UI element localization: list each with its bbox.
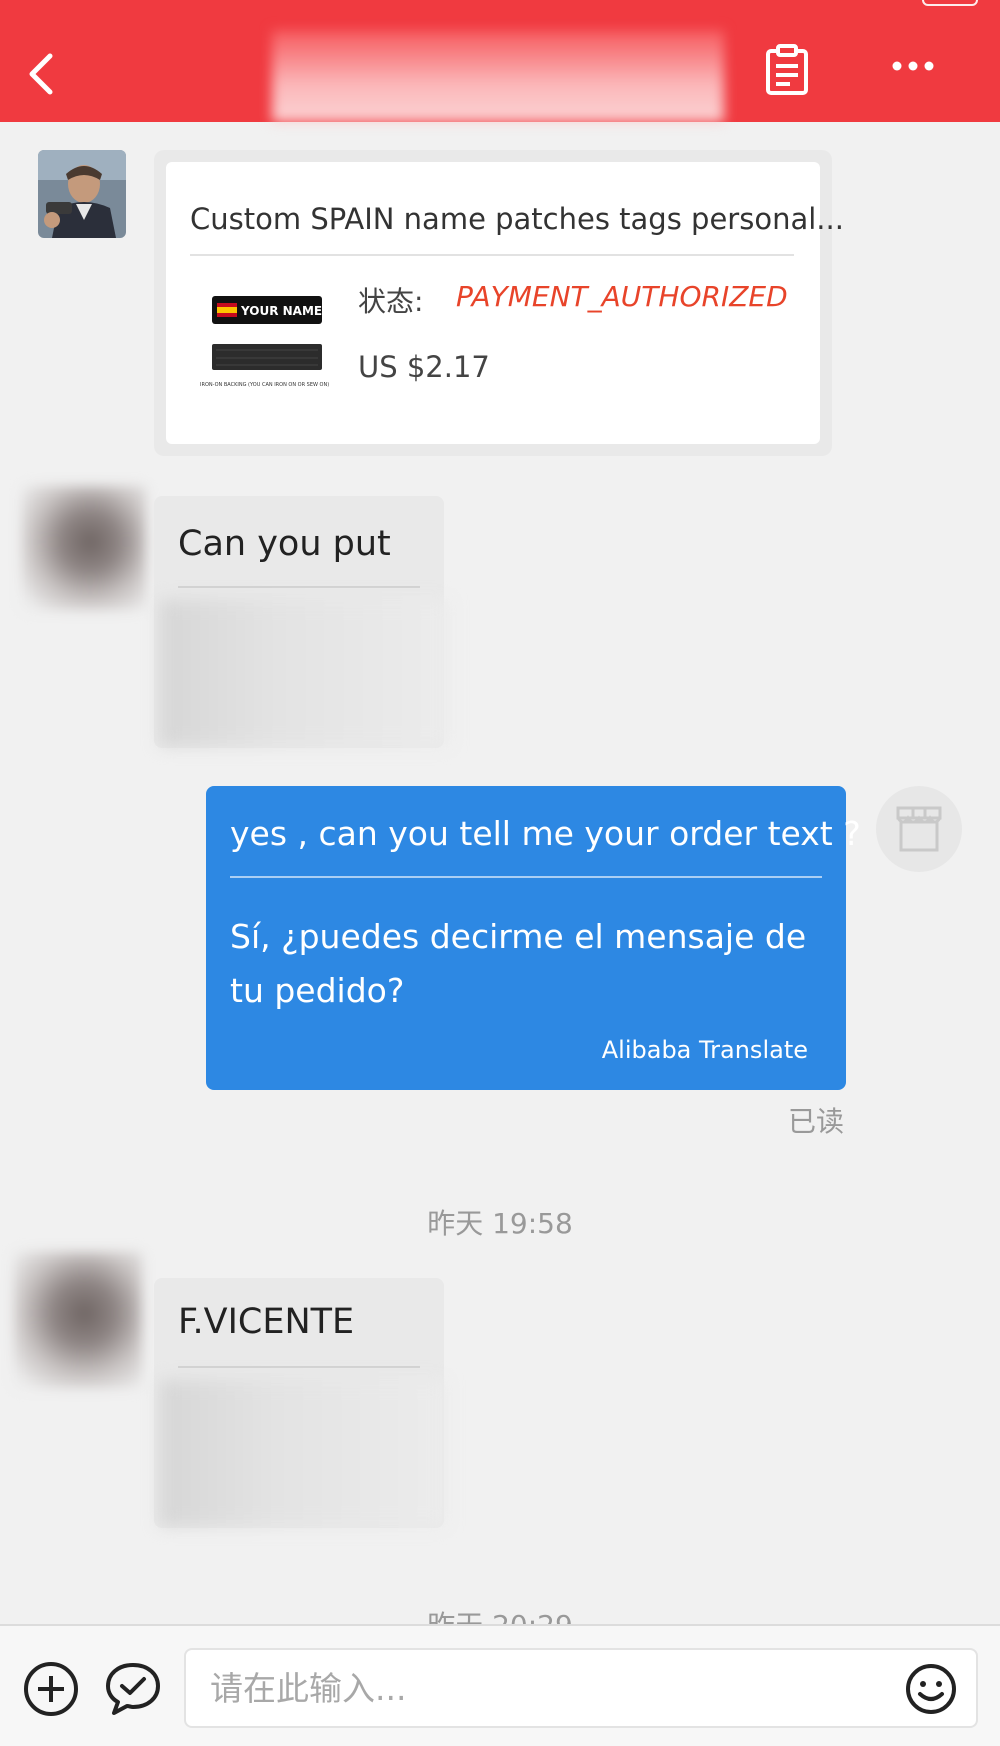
- battery-icon: [922, 0, 978, 6]
- order-card[interactable]: Custom SPAIN name patches tags personal.…: [154, 150, 844, 456]
- avatar[interactable]: [14, 1252, 142, 1388]
- plus-circle-icon: [24, 1662, 78, 1716]
- order-card-body: Custom SPAIN name patches tags personal.…: [166, 162, 844, 444]
- back-button[interactable]: [22, 44, 62, 104]
- clipboard-list-icon: [766, 44, 808, 95]
- avatar[interactable]: [38, 150, 126, 238]
- divider: [190, 254, 794, 256]
- more-dots-icon: [892, 61, 934, 71]
- divider: [230, 876, 822, 878]
- divider: [178, 586, 420, 588]
- chat-screen: Custom SPAIN name patches tags personal.…: [0, 0, 1000, 1746]
- patch-image: YOUR NAME IRON-ON BACKING (YOU CAN IRON …: [200, 296, 329, 388]
- chat-check-icon: [106, 1663, 160, 1715]
- status-bar: [0, 0, 1000, 8]
- avatar[interactable]: [22, 486, 146, 610]
- avatar-store[interactable]: [876, 786, 962, 872]
- quick-reply-button[interactable]: [104, 1660, 162, 1718]
- message-timestamp: 昨天 19:58: [427, 1207, 573, 1240]
- message-text: F.VICENTE: [178, 1302, 355, 1342]
- message-text: yes , can you tell me your order text ?: [230, 814, 861, 853]
- translation-attribution: Alibaba Translate: [601, 1036, 808, 1064]
- patch-label: YOUR NAME: [240, 304, 322, 318]
- patch-caption: IRON-ON BACKING (YOU CAN IRON ON OR SEW …: [200, 382, 329, 388]
- message-bubble-outgoing[interactable]: yes , can you tell me your order text ? …: [206, 786, 861, 1090]
- top-bar: [0, 0, 1000, 122]
- read-receipt: 已读: [788, 1105, 845, 1138]
- store-icon: [896, 806, 942, 852]
- order-notes-button[interactable]: [764, 44, 810, 96]
- product-title[interactable]: Custom SPAIN name patches tags personal.…: [190, 202, 844, 236]
- message-text: Can you put: [178, 524, 391, 564]
- avatar-photo: [38, 150, 126, 238]
- composer-bar: [0, 1624, 1000, 1746]
- smiley-icon: [906, 1664, 956, 1714]
- translation-redacted: [160, 600, 450, 746]
- product-thumbnail[interactable]: YOUR NAME IRON-ON BACKING (YOU CAN IRON …: [196, 282, 346, 402]
- emoji-button[interactable]: [904, 1662, 958, 1716]
- message-input[interactable]: [184, 1648, 978, 1728]
- order-price: US $2.17: [358, 350, 490, 384]
- attach-button[interactable]: [22, 1660, 80, 1718]
- order-status-label: 状态:: [358, 285, 424, 318]
- translation-redacted: [160, 1380, 446, 1526]
- contact-name-redacted: [272, 30, 724, 122]
- message-translation: Sí, ¿puedes decirme el mensaje de tu ped…: [230, 917, 807, 1010]
- chevron-left-icon: [29, 53, 53, 95]
- more-button[interactable]: [890, 56, 936, 76]
- divider: [178, 1366, 420, 1368]
- order-status-value: PAYMENT_AUTHORIZED: [456, 280, 788, 313]
